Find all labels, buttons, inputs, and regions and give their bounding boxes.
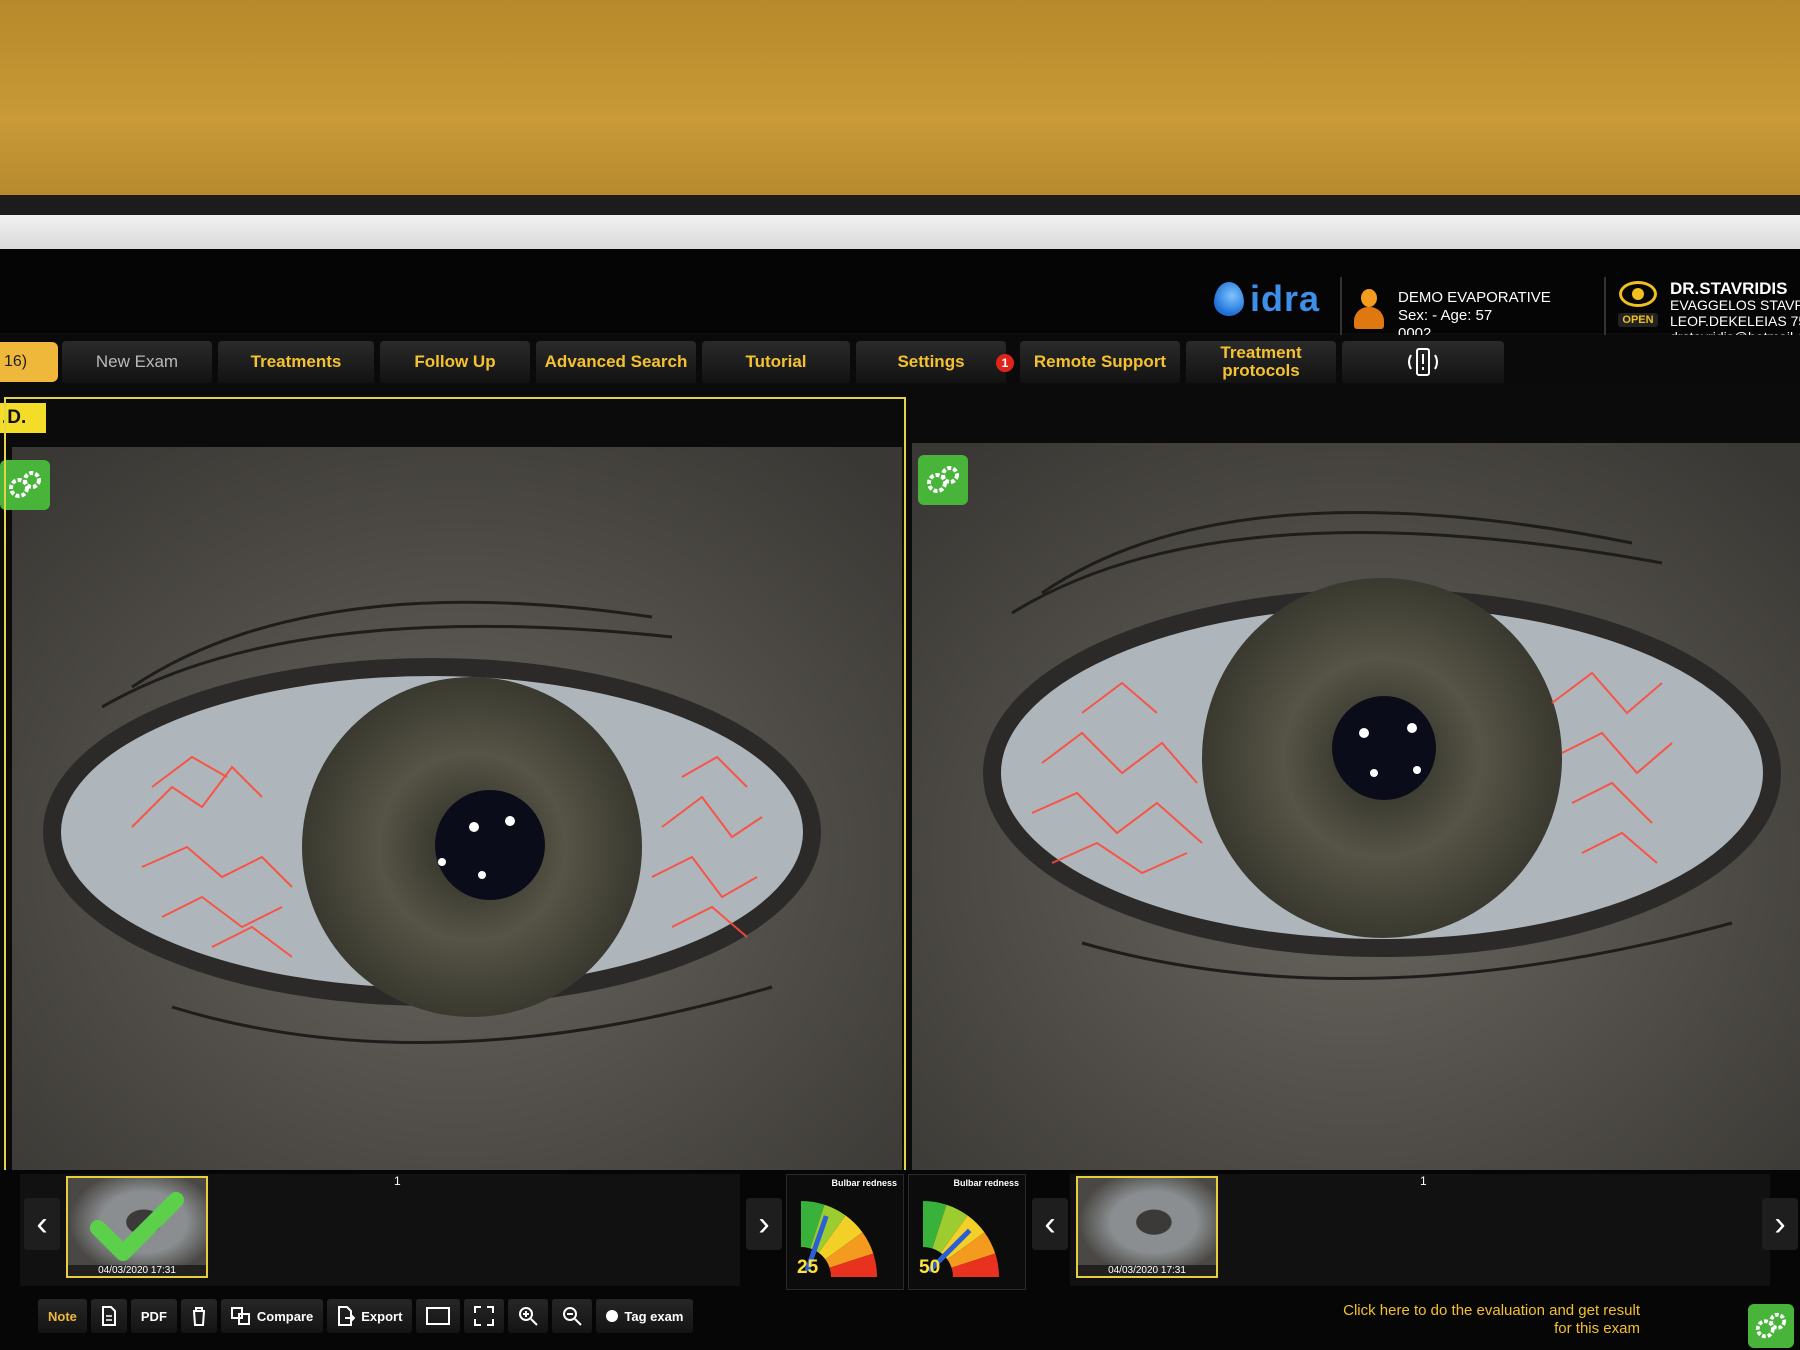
tag-exam-button[interactable]: Tag exam: [596, 1299, 694, 1333]
left-prev-arrow[interactable]: ‹: [24, 1198, 60, 1250]
thumbnail-date: 04/03/2020 17:31: [68, 1265, 206, 1276]
gauge-title: Bulbar redness: [953, 1178, 1019, 1188]
evaluation-button[interactable]: [1748, 1304, 1794, 1348]
menu-tutorial[interactable]: Tutorial: [702, 341, 850, 383]
trash-icon: [192, 1307, 205, 1326]
menu-treatments[interactable]: Treatments: [218, 341, 374, 383]
image-count: 1: [394, 1174, 401, 1188]
left-next-arrow[interactable]: ›: [746, 1198, 782, 1250]
right-next-arrow[interactable]: ›: [1762, 1198, 1798, 1250]
gauge-value: 50: [919, 1257, 941, 1278]
document-button[interactable]: [90, 1299, 127, 1333]
alert-badge: 1: [996, 354, 1014, 372]
wall-background: [0, 0, 1800, 215]
right-prev-arrow[interactable]: ‹: [1032, 1198, 1068, 1250]
menu-remote-support[interactable]: Remote Support: [1020, 341, 1180, 383]
doctor-name: DR.STAVRIDIS: [1670, 279, 1788, 298]
patient-sex-age: Sex: - Age: 57: [1398, 307, 1493, 324]
phone-alert-icon: [1408, 348, 1438, 376]
gauge-value: 25: [797, 1257, 819, 1278]
menu-device[interactable]: [1342, 341, 1504, 383]
delete-button[interactable]: [180, 1299, 217, 1333]
app-logo: idra: [1214, 278, 1321, 319]
tag-dot-icon: [606, 1310, 619, 1322]
monitor-bezel: [0, 195, 1800, 215]
single-view-button[interactable]: [416, 1299, 461, 1333]
export-icon: [338, 1306, 356, 1326]
fullscreen-button[interactable]: [464, 1299, 505, 1333]
tag-exam-label: Tag exam: [624, 1308, 684, 1324]
menu-treatment-protocols[interactable]: Treatment protocols: [1186, 341, 1336, 383]
menu-new-exam[interactable]: New Exam: [62, 341, 212, 383]
gears-icon: [927, 466, 959, 493]
compare-label: Compare: [256, 1308, 314, 1324]
right-thumbnail[interactable]: 04/03/2020 17:31: [1076, 1176, 1218, 1278]
right-eye-photo: [912, 443, 1800, 1193]
app-header: idra DEMO EVAPORATIVE Sex: - Age: 57 000…: [0, 249, 1800, 349]
doctor-address: LEOF.DEKELEIAS 75: [1670, 313, 1800, 329]
logo-text: idra: [1250, 278, 1321, 319]
checkmark-icon: [90, 1192, 184, 1261]
doctor-icon: OPEN: [1616, 281, 1660, 337]
exam-tab[interactable]: 16): [0, 342, 58, 382]
gears-icon: [1755, 1312, 1787, 1339]
bottom-bar: ‹ 04/03/2020 17:31 1 › Bulbar redness 25…: [0, 1170, 1800, 1350]
document-icon: [101, 1306, 116, 1326]
analyze-right-button[interactable]: [918, 455, 968, 505]
redness-gauge-right: Bulbar redness 50: [908, 1174, 1026, 1290]
redness-gauge-left: Bulbar redness 25: [786, 1174, 904, 1290]
gauge-title: Bulbar redness: [831, 1178, 897, 1188]
doctor-full-name: EVAGGELOS STAVRID: [1670, 297, 1800, 313]
fullscreen-icon: [474, 1306, 495, 1326]
compare-button[interactable]: Compare: [220, 1299, 324, 1333]
eye-logo-icon: [1619, 281, 1657, 307]
patient-name: DEMO EVAPORATIVE: [1398, 289, 1551, 306]
main-menu: 16) New Exam Treatments Follow Up Advanc…: [0, 335, 1800, 383]
thumbnail-date: 04/03/2020 17:31: [1078, 1265, 1216, 1276]
export-button[interactable]: Export: [327, 1299, 413, 1333]
pdf-button[interactable]: PDF: [130, 1299, 177, 1333]
export-label: Export: [361, 1308, 403, 1324]
compare-icon: [230, 1307, 250, 1325]
menu-advanced-search[interactable]: Advanced Search: [536, 341, 696, 383]
zoom-out-button[interactable]: [552, 1299, 593, 1333]
bottom-toolbar: Note PDF Compare Export Tag exam: [38, 1298, 697, 1334]
window-top-strip: [0, 215, 1800, 249]
zoom-in-icon: [519, 1307, 539, 1326]
menu-follow-up[interactable]: Follow Up: [380, 341, 530, 383]
patient-avatar-icon: [1352, 289, 1386, 329]
image-count: 1: [1420, 1174, 1427, 1188]
menu-settings[interactable]: Settings: [856, 341, 1006, 383]
left-thumbnail[interactable]: 04/03/2020 17:31: [66, 1176, 208, 1278]
note-button[interactable]: Note: [38, 1299, 87, 1333]
logo-drop-icon: [1214, 282, 1244, 316]
right-eye-image[interactable]: [912, 443, 1800, 1193]
status-badge: OPEN: [1618, 313, 1658, 327]
zoom-in-button[interactable]: [508, 1299, 549, 1333]
rectangle-icon: [426, 1307, 451, 1325]
zoom-out-icon: [563, 1307, 583, 1326]
evaluation-prompt[interactable]: Click here to do the evaluation and get …: [1340, 1302, 1640, 1338]
